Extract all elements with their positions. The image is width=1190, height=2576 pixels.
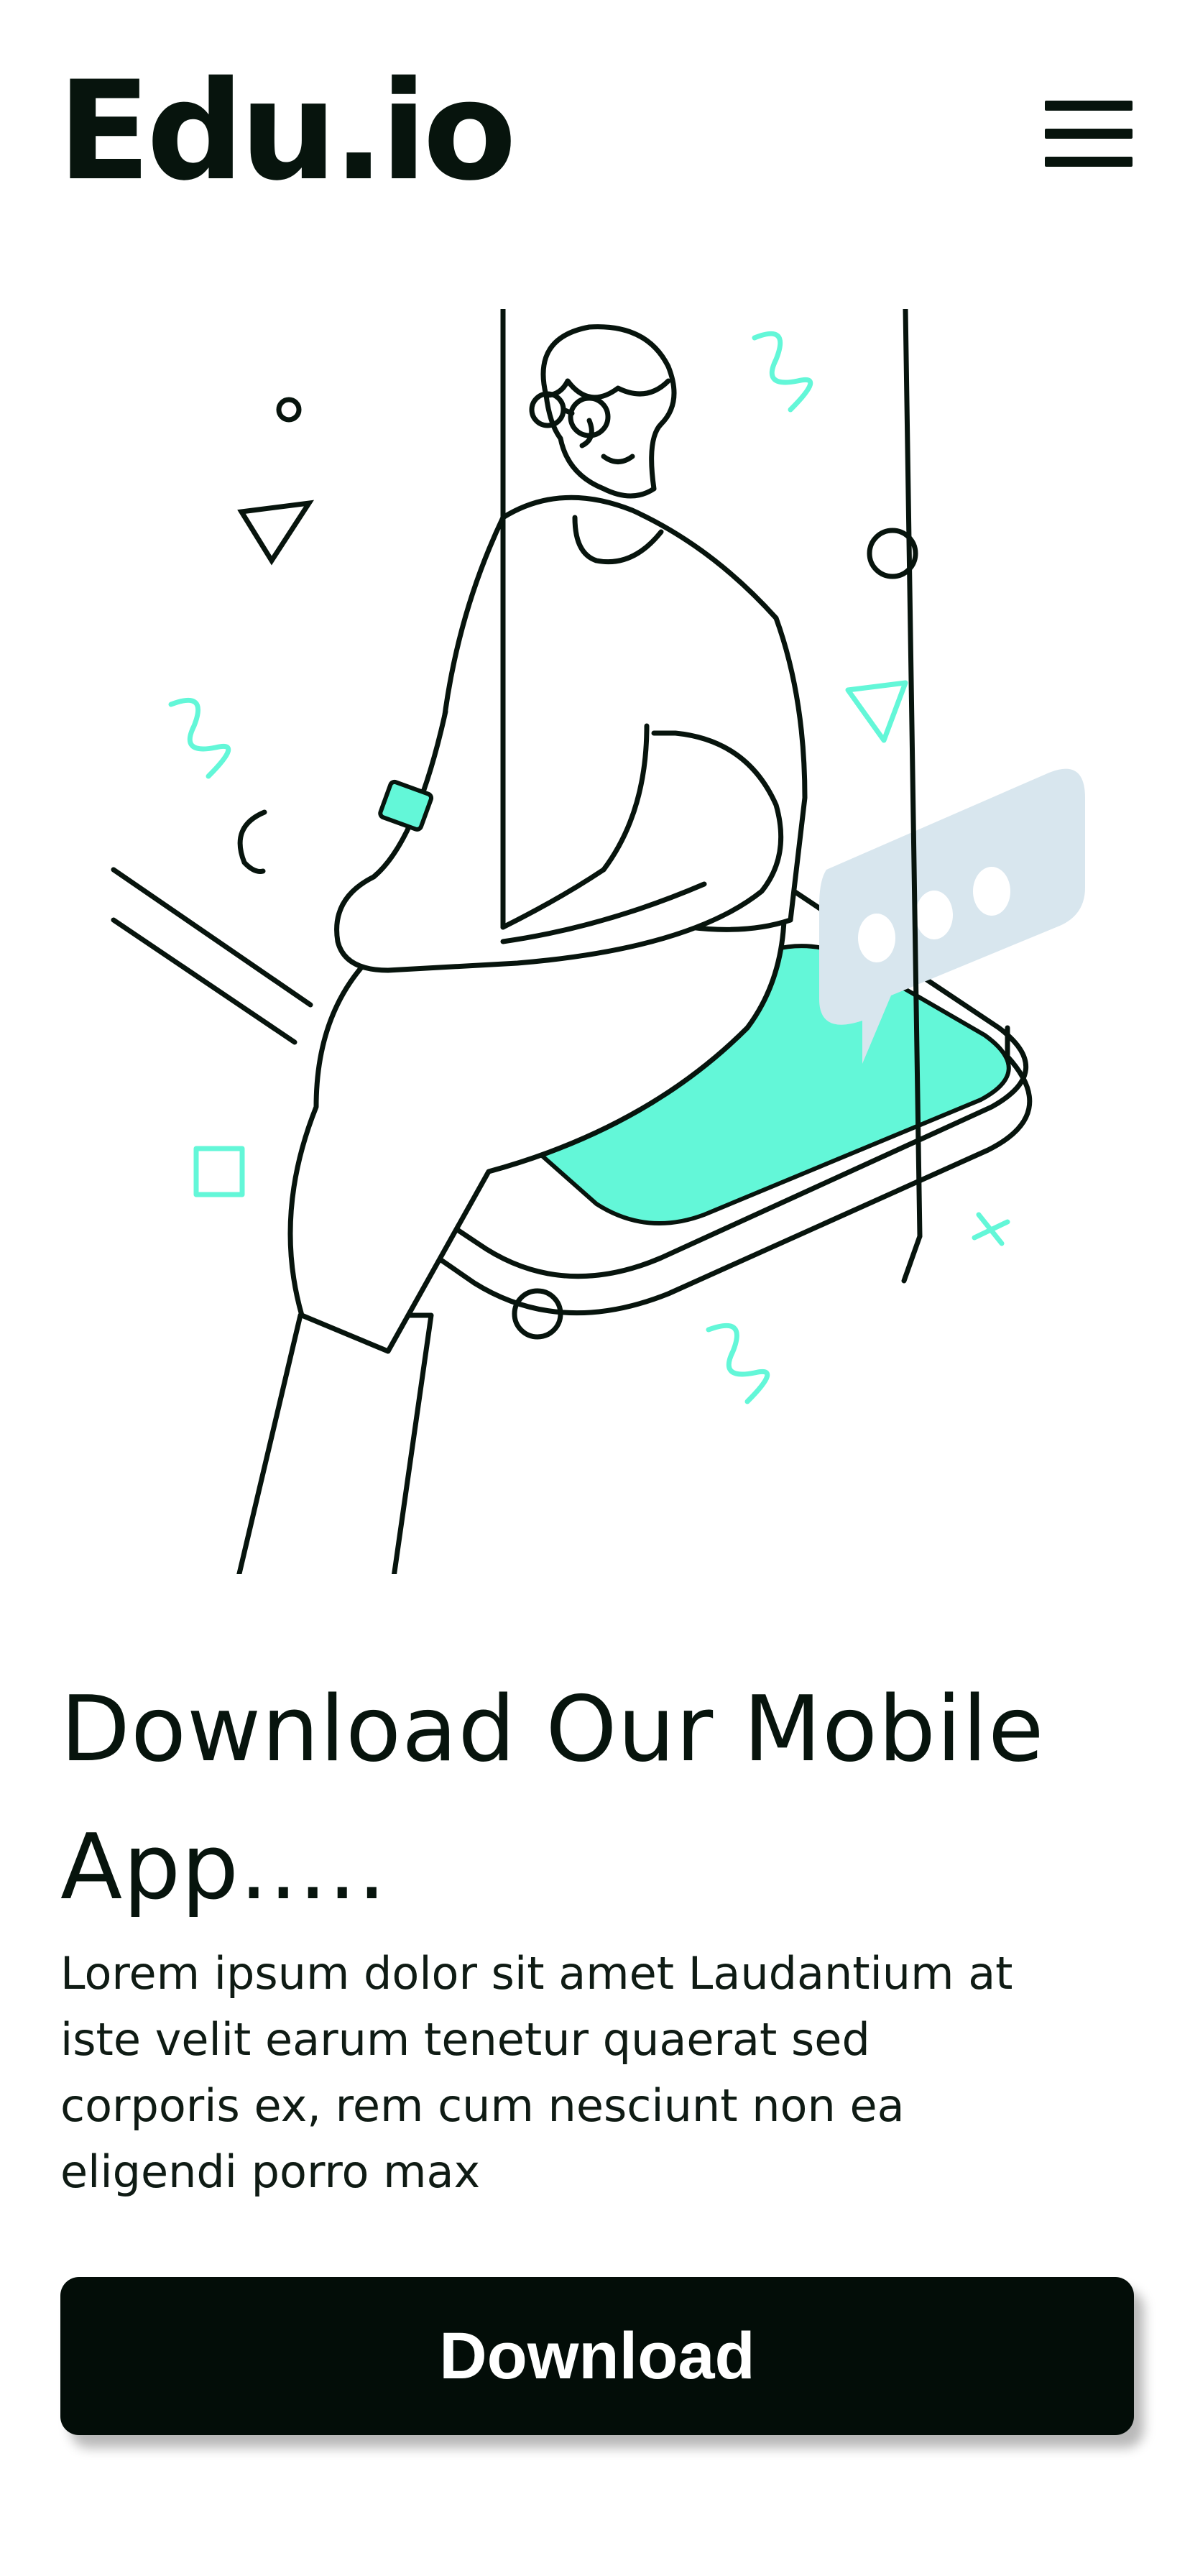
hamburger-menu-button[interactable] [1041,95,1135,172]
app-header: Edu.io [0,0,1190,237]
page-headline: Download Our Mobile App..... [60,1676,1045,1920]
person-on-phone-illustration [111,309,1085,1574]
page-description: Lorem ipsum dolor sit amet Laudantium at… [60,1947,1013,2198]
person-figure [236,309,808,1574]
download-button[interactable]: Download [60,2277,1134,2435]
app-logo[interactable]: Edu.io [57,56,517,207]
hero-illustration [101,309,1092,1574]
